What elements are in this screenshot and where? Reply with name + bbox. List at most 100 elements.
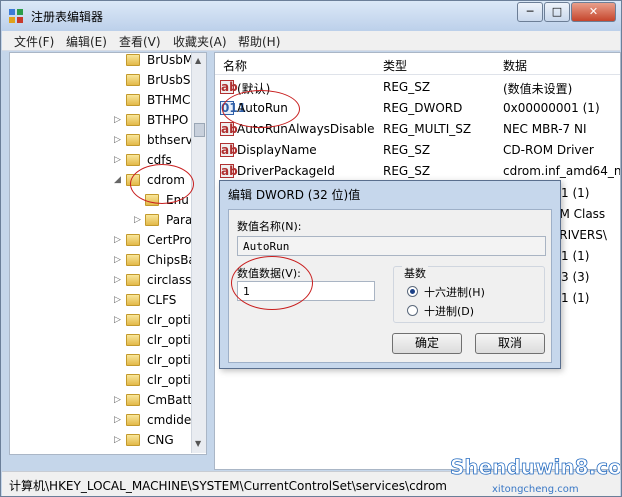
expand-arrow-icon[interactable]: ▷ — [114, 415, 121, 425]
tree-item[interactable]: clr_opti — [10, 331, 195, 351]
tree-item[interactable]: ▷ BTHPO — [10, 111, 195, 131]
decimal-radio-label[interactable]: 十进制(D) — [424, 303, 474, 319]
watermark-logo: Shenduwin8.com xitongcheng.com — [450, 455, 620, 495]
expand-arrow-icon[interactable]: ▷ — [114, 155, 121, 165]
string-value-icon: ab — [220, 122, 238, 136]
tree-item[interactable]: Enu — [10, 191, 195, 211]
tree-item[interactable]: BrUsbS — [10, 71, 195, 91]
tree-item[interactable]: ▷ CLFS — [10, 291, 195, 311]
expand-arrow-icon[interactable]: ▷ — [114, 395, 121, 405]
edit-dword-dialog: 编辑 DWORD (32 位)值 数值名称(N): AutoRun 数值数据(V… — [219, 180, 561, 369]
dialog-body: 数值名称(N): AutoRun 数值数据(V): 1 基数 十六进制(H) 十… — [228, 209, 552, 363]
value-data-partial: 3 (3) — [561, 270, 590, 284]
tree-item[interactable]: ▷ CertPro — [10, 231, 195, 251]
tree-item[interactable]: ▷ cmdide — [10, 411, 195, 431]
value-data: 0x00000001 (1) — [503, 101, 600, 115]
tree-item-label: clr_opti — [147, 313, 191, 327]
value-row[interactable]: ab DisplayName REG_SZ CD-ROM Driver — [215, 140, 620, 161]
expand-arrow-icon[interactable]: ▷ — [114, 295, 121, 305]
tree-item[interactable]: clr_opti — [10, 351, 195, 371]
tree-item-label: BTHPO — [147, 113, 189, 127]
folder-icon — [126, 74, 140, 86]
tree-item[interactable]: ▷ CNG — [10, 431, 195, 451]
menu-help[interactable]: 帮助(H) — [238, 33, 280, 50]
value-row[interactable]: ab DriverPackageId REG_SZ cdrom.inf_amd64_n — [215, 161, 621, 182]
tree-item-label: bthserv — [147, 133, 193, 147]
string-value-icon: ab — [220, 143, 238, 157]
decimal-radio[interactable] — [407, 305, 418, 316]
tree-item[interactable]: ▷ bthserv — [10, 131, 195, 151]
folder-icon — [126, 274, 140, 286]
registry-tree[interactable]: BrUsbM BrUsbS BTHMC ▷ BTHPO ▷ bthserv ▷ cdfs ◢ cdr… — [9, 52, 207, 455]
string-value-icon: ab — [220, 80, 238, 94]
expand-arrow-icon[interactable]: ▷ — [114, 115, 121, 125]
hex-radio-label[interactable]: 十六进制(H) — [424, 284, 485, 300]
tree-item-label: cdfs — [147, 153, 172, 167]
menu-favorites[interactable]: 收藏夹(A) — [173, 33, 227, 50]
menu-view[interactable]: 查看(V) — [119, 33, 161, 50]
cancel-button[interactable]: 取消 — [475, 333, 545, 354]
watermark-brand: Shenduwin8.com — [450, 455, 620, 479]
tree-item[interactable]: clr_opti — [10, 371, 195, 391]
list-header: 名称 类型 数据 — [215, 53, 620, 75]
base-label: 基数 — [402, 265, 428, 281]
value-type: REG_DWORD — [383, 101, 463, 115]
value-data: NEC MBR-7 NI — [503, 122, 587, 136]
expand-arrow-icon[interactable]: ▷ — [114, 275, 121, 285]
expand-arrow-icon[interactable]: ▷ — [114, 435, 121, 445]
expand-arrow-icon[interactable]: ▷ — [114, 255, 121, 265]
value-name: DriverPackageId — [237, 164, 335, 178]
tree-item[interactable]: ▷ clr_opti — [10, 311, 195, 331]
folder-icon — [126, 294, 140, 306]
value-data-partial: 1 (1) — [561, 249, 590, 263]
expand-arrow-icon[interactable]: ◢ — [114, 175, 121, 185]
column-name-header[interactable]: 名称 — [223, 57, 247, 74]
tree-item[interactable]: ▷ circlass — [10, 271, 195, 291]
tree-item[interactable]: BTHMC — [10, 91, 195, 111]
tree-item-label: CLFS — [147, 293, 177, 307]
folder-icon — [126, 354, 140, 366]
value-type: REG_SZ — [383, 164, 431, 178]
tree-item[interactable]: ▷ ChipsBa — [10, 251, 196, 271]
folder-icon — [126, 94, 140, 106]
tree-item-label: CertPro — [147, 233, 192, 247]
tree-item[interactable]: BrUsbM — [10, 53, 195, 71]
expand-arrow-icon[interactable]: ▷ — [134, 215, 141, 225]
expand-arrow-icon[interactable]: ▷ — [114, 235, 121, 245]
hex-radio[interactable] — [407, 286, 418, 297]
value-data: (数值未设置) — [503, 82, 573, 96]
menu-file[interactable]: 文件(F) — [14, 33, 54, 50]
tree-item[interactable]: ▷ cdfs — [10, 151, 195, 171]
value-row[interactable]: 011 AutoRun REG_DWORD 0x00000001 (1) — [215, 98, 620, 119]
value-data-input[interactable]: 1 — [237, 281, 375, 301]
minimize-button[interactable]: ─ — [517, 2, 543, 22]
title-bar[interactable]: 注册表编辑器 ─ □ ✕ — [1, 1, 621, 31]
scroll-up-arrow-icon[interactable]: ▲ — [195, 56, 201, 65]
value-row[interactable]: ab AutoRunAlwaysDisable REG_MULTI_SZ NEC MB… — [215, 119, 620, 140]
tree-item[interactable]: ▷ Para — [10, 211, 195, 231]
base-groupbox: 基数 十六进制(H) 十进制(D) — [393, 265, 545, 323]
maximize-button[interactable]: □ — [544, 2, 570, 22]
tree-item[interactable]: ◢ cdrom — [10, 171, 195, 191]
tree-item-label: CNG — [147, 433, 174, 447]
column-type-header[interactable]: 类型 — [383, 57, 407, 74]
registry-path: 计算机\HKEY_LOCAL_MACHINE\SYSTEM\CurrentCon… — [9, 479, 447, 493]
folder-icon — [126, 114, 140, 126]
folder-icon — [145, 214, 159, 226]
tree-item-label: cdrom — [147, 173, 185, 187]
close-button[interactable]: ✕ — [571, 2, 616, 22]
ok-button[interactable]: 确定 — [392, 333, 462, 354]
value-row[interactable]: ab (默认) REG_SZ (数值未设置) — [215, 77, 620, 98]
tree-item-label: BrUsbS — [147, 73, 191, 87]
expand-arrow-icon[interactable]: ▷ — [114, 135, 121, 145]
tree-scrollbar[interactable]: ▲ ▼ — [191, 53, 206, 453]
column-data-header[interactable]: 数据 — [503, 57, 527, 74]
expand-arrow-icon[interactable]: ▷ — [114, 315, 121, 325]
tree-item[interactable]: ▷ CmBatt — [10, 391, 195, 411]
menu-edit[interactable]: 编辑(E) — [66, 33, 107, 50]
scroll-down-arrow-icon[interactable]: ▼ — [195, 439, 201, 448]
value-data: cdrom.inf_amd64_n — [503, 164, 621, 178]
scrollbar-thumb[interactable] — [194, 123, 205, 137]
tree-item-label: ChipsBa — [147, 253, 196, 267]
value-name: AutoRunAlwaysDisable — [237, 122, 375, 136]
